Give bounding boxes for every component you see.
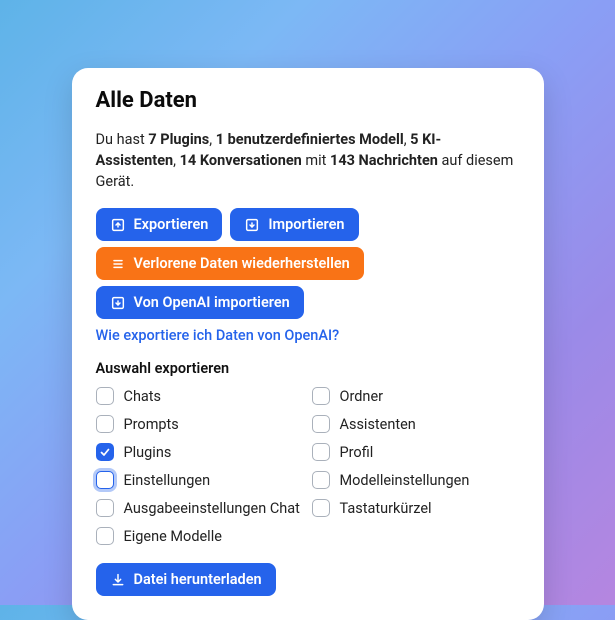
check-output-settings[interactable]: Ausgabeeinstellungen Chat xyxy=(96,499,304,517)
list-icon xyxy=(110,256,126,272)
check-model-settings[interactable]: Modelleinstellungen xyxy=(312,471,520,489)
recover-button-label: Verlorene Daten wiederherstellen xyxy=(134,255,350,272)
check-shortcuts[interactable]: Tastaturkürzel xyxy=(312,499,520,517)
summary-pre: Du hast xyxy=(96,131,149,148)
export-icon xyxy=(110,217,126,233)
summary-models: 1 benutzerdefiniertes Modell xyxy=(216,131,404,148)
checkbox[interactable] xyxy=(96,443,114,461)
check-label: Plugins xyxy=(124,444,172,461)
import-button[interactable]: Importieren xyxy=(230,208,358,241)
button-row-1: Exportieren Importieren xyxy=(96,208,520,241)
check-label: Chats xyxy=(124,388,162,405)
export-button-label: Exportieren xyxy=(134,216,209,233)
summary-mit: mit xyxy=(302,152,330,169)
summary-messages: 143 Nachrichten xyxy=(330,152,438,169)
check-own-models[interactable]: Eigene Modelle xyxy=(96,527,304,545)
summary-plugins: 7 Plugins xyxy=(148,131,209,148)
check-plugins[interactable]: Plugins xyxy=(96,443,304,461)
checkbox[interactable] xyxy=(312,471,330,489)
check-chats[interactable]: Chats xyxy=(96,387,304,405)
recover-button[interactable]: Verlorene Daten wiederherstellen xyxy=(96,247,364,280)
summary-conversations: 14 Konversationen xyxy=(180,152,302,169)
checkbox[interactable] xyxy=(96,499,114,517)
checkbox[interactable] xyxy=(312,387,330,405)
check-label: Ausgabeeinstellungen Chat xyxy=(124,500,300,517)
import-icon xyxy=(244,217,260,233)
checkbox[interactable] xyxy=(96,387,114,405)
checkbox[interactable] xyxy=(96,415,114,433)
check-settings[interactable]: Einstellungen xyxy=(96,471,304,489)
openai-import-button[interactable]: Von OpenAI importieren xyxy=(96,286,304,319)
export-button[interactable]: Exportieren xyxy=(96,208,223,241)
import-openai-icon xyxy=(110,295,126,311)
check-label: Tastaturkürzel xyxy=(340,500,432,517)
export-checklist: Chats Ordner Prompts Assistenten Plugins… xyxy=(96,387,520,545)
check-label: Profil xyxy=(340,444,374,461)
check-prompts[interactable]: Prompts xyxy=(96,415,304,433)
download-button[interactable]: Datei herunterladen xyxy=(96,563,276,596)
check-label: Einstellungen xyxy=(124,472,211,489)
check-label: Prompts xyxy=(124,416,179,433)
checkbox[interactable] xyxy=(312,415,330,433)
openai-import-label: Von OpenAI importieren xyxy=(134,294,290,311)
check-assistants[interactable]: Assistenten xyxy=(312,415,520,433)
checkbox[interactable] xyxy=(312,443,330,461)
export-card: Alle Daten Du hast 7 Plugins, 1 benutzer… xyxy=(72,68,544,620)
download-icon xyxy=(110,572,126,588)
check-label: Eigene Modelle xyxy=(124,528,222,545)
button-row-2: Verlorene Daten wiederherstellen xyxy=(96,247,520,280)
check-label: Modelleinstellungen xyxy=(340,472,470,489)
summary-text: Du hast 7 Plugins, 1 benutzerdefiniertes… xyxy=(96,129,520,192)
checkbox[interactable] xyxy=(96,527,114,545)
check-label: Ordner xyxy=(340,388,384,405)
button-row-3: Von OpenAI importieren Wie exportiere ic… xyxy=(96,286,520,344)
check-profile[interactable]: Profil xyxy=(312,443,520,461)
download-button-label: Datei herunterladen xyxy=(134,571,262,588)
check-label: Assistenten xyxy=(340,416,416,433)
openai-help-link[interactable]: Wie exportiere ich Daten von OpenAI? xyxy=(96,327,340,344)
card-title: Alle Daten xyxy=(96,88,520,113)
check-folders[interactable]: Ordner xyxy=(312,387,520,405)
checkbox[interactable] xyxy=(96,471,114,489)
selection-label: Auswahl exportieren xyxy=(96,360,520,377)
import-button-label: Importieren xyxy=(268,216,344,233)
checkbox[interactable] xyxy=(312,499,330,517)
